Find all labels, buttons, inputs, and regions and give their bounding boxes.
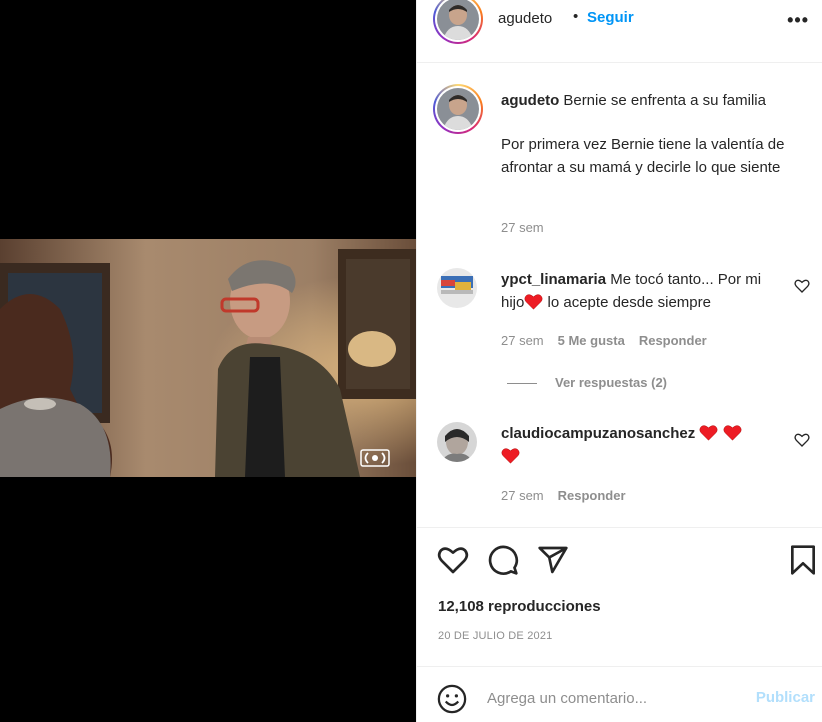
post-header: agudeto • Seguir •••	[417, 0, 822, 44]
comments-divider	[417, 527, 822, 528]
header-separator: •	[573, 8, 579, 25]
reply-button[interactable]: Responder	[558, 488, 626, 503]
comment-meta: 27 sem Responder	[501, 488, 640, 503]
author-avatar-photo	[437, 0, 479, 40]
red-heart-emoji-icon	[524, 294, 543, 310]
header-username[interactable]: agudeto	[498, 10, 552, 27]
comment-text: claudiocampuzanosanchez	[501, 422, 781, 468]
comment-avatar[interactable]	[437, 422, 477, 462]
post-media[interactable]	[0, 0, 416, 722]
more-icon[interactable]: •••	[787, 10, 809, 31]
view-replies-label: Ver respuestas (2)	[555, 375, 668, 390]
heart-icon[interactable]	[437, 544, 469, 576]
comment-meta: 27 sem 5 Me gusta Responder	[501, 333, 721, 348]
caption-headline: agudeto Bernie se enfrenta a su familia	[501, 90, 811, 112]
caption-body: Por primera vez Bernie tiene la valentía…	[501, 136, 785, 176]
comment-form: Publicar	[417, 666, 822, 722]
comment-likes[interactable]: 5 Me gusta	[558, 333, 625, 348]
view-count[interactable]: 12,108 reproducciones	[438, 598, 601, 615]
red-heart-emoji-icon	[501, 448, 520, 464]
header-divider	[417, 62, 822, 63]
bookmark-icon[interactable]	[787, 544, 819, 576]
video-frame-illustration	[0, 239, 416, 477]
red-heart-emoji-icon	[723, 425, 741, 441]
follow-button[interactable]: Seguir	[587, 9, 634, 26]
comment-avatar[interactable]	[437, 268, 477, 308]
comment-timestamp[interactable]: 27 sem	[501, 488, 544, 503]
channel-logo-icon	[360, 449, 390, 467]
post-date[interactable]: 20 DE JULIO DE 2021	[438, 630, 552, 642]
comment-like-heart-icon[interactable]	[794, 432, 810, 448]
comment-text: ypct_linamaria Me tocó tanto... Por mi h…	[501, 268, 781, 314]
comment-input[interactable]	[487, 685, 737, 711]
caption-avatar[interactable]	[433, 84, 483, 134]
caption-avatar-photo	[437, 88, 479, 130]
video-player[interactable]	[0, 239, 416, 477]
red-heart-emoji-icon	[699, 425, 718, 441]
post-panel: agudeto • Seguir ••• agudeto Bernie se en…	[416, 0, 822, 722]
comment-body-end: lo acepte desde siempre	[543, 294, 711, 311]
comment-avatar-photo	[437, 422, 477, 462]
view-replies-button[interactable]: Ver respuestas (2)	[507, 375, 667, 390]
caption-title: Bernie se enfrenta a su familia	[563, 92, 766, 109]
caption-timestamp[interactable]: 27 sem	[501, 220, 544, 235]
comment-like-heart-icon[interactable]	[794, 278, 810, 294]
author-avatar[interactable]	[433, 0, 483, 44]
emoji-icon[interactable]	[437, 684, 467, 714]
comment-icon[interactable]	[487, 544, 519, 576]
comment-avatar-photo	[437, 268, 477, 308]
post-actions	[417, 544, 822, 578]
publish-button[interactable]: Publicar	[756, 689, 815, 706]
reply-button[interactable]: Responder	[639, 333, 707, 348]
caption-username[interactable]: agudeto	[501, 92, 559, 109]
replies-line	[507, 383, 537, 385]
share-icon[interactable]	[537, 544, 569, 576]
comment-timestamp[interactable]: 27 sem	[501, 333, 544, 348]
comment-username[interactable]: claudiocampuzanosanchez	[501, 425, 695, 442]
comment-username[interactable]: ypct_linamaria	[501, 271, 606, 288]
